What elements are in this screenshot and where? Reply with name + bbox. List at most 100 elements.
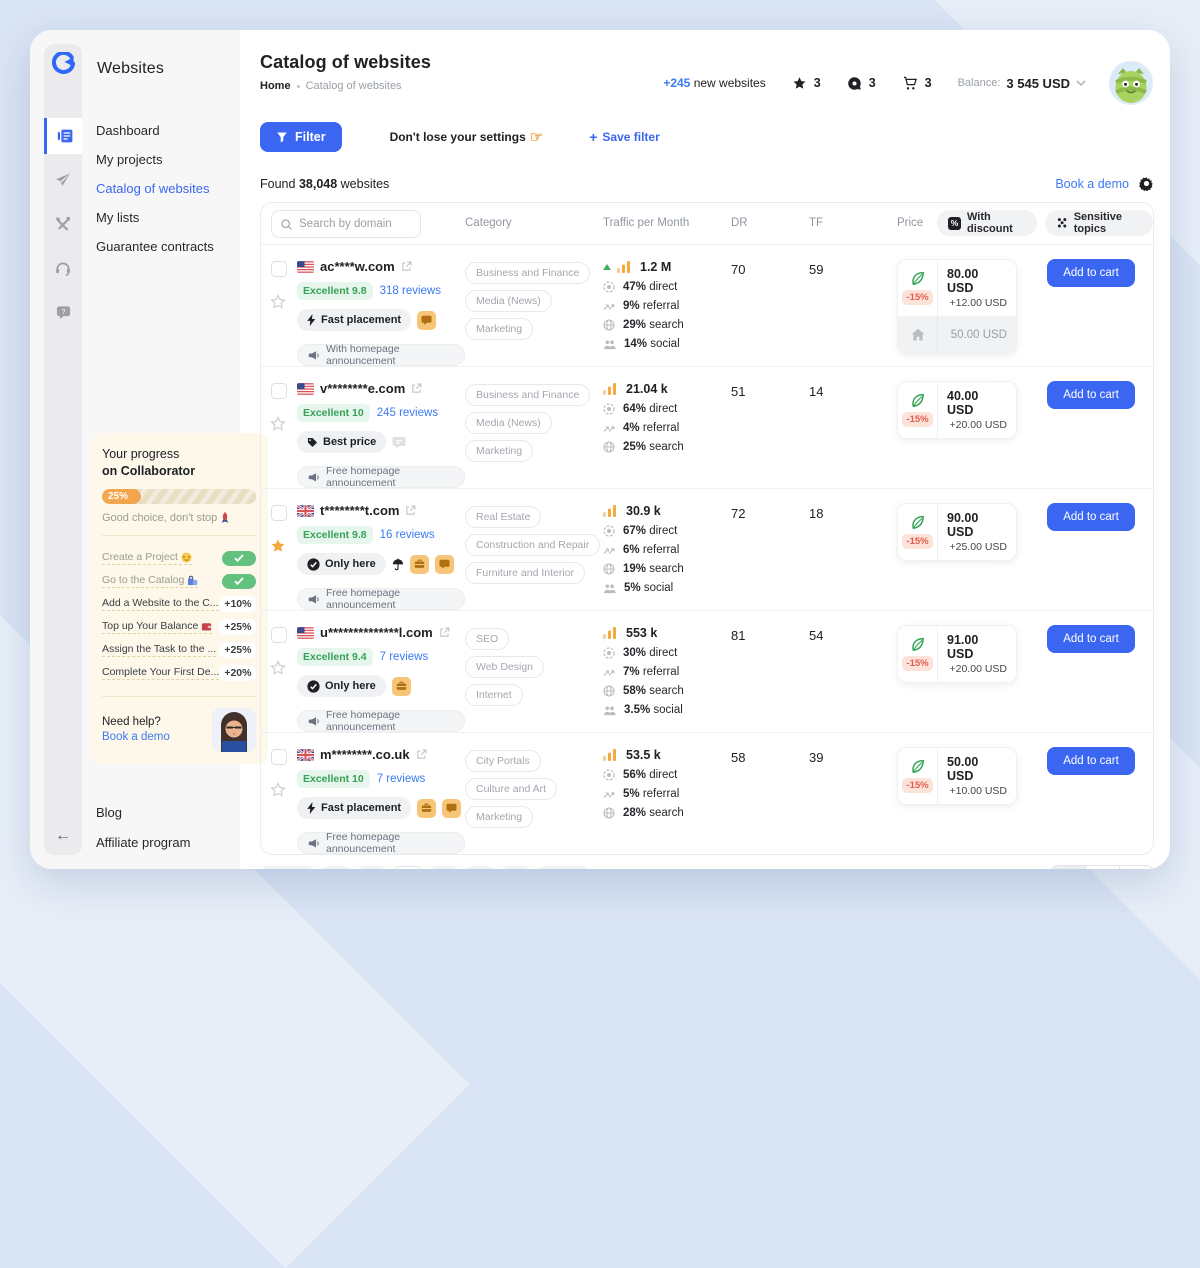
new-websites-indicator[interactable]: +245 new websites bbox=[663, 76, 765, 90]
category-pill[interactable]: Internet bbox=[465, 684, 523, 706]
traffic-stat-referral: 4% referral bbox=[603, 422, 731, 434]
row-checkbox[interactable] bbox=[271, 505, 287, 521]
rail-item-help-chat[interactable]: ? bbox=[44, 294, 82, 330]
house-icon bbox=[911, 328, 925, 341]
category-pill[interactable]: Marketing bbox=[465, 806, 533, 828]
search-input[interactable] bbox=[299, 218, 412, 230]
counter-reviews[interactable]: 3 bbox=[847, 75, 876, 91]
reviews-link[interactable]: 7 reviews bbox=[377, 773, 426, 785]
progress-task[interactable]: Create a Project bbox=[102, 547, 256, 570]
pagination-back-button[interactable]: Back bbox=[260, 866, 315, 869]
category-pill[interactable]: Marketing bbox=[465, 440, 533, 462]
pagination-page-2[interactable]: 2 bbox=[357, 866, 387, 869]
pagination-ellipsis[interactable]: ... bbox=[501, 866, 531, 869]
traffic-column: 553 k 30% direct7% referral58% search3.5… bbox=[603, 625, 731, 732]
balance-dropdown[interactable]: Balance: 3 545 USD bbox=[958, 76, 1086, 91]
pagination-page-5[interactable]: 5 bbox=[465, 866, 495, 869]
category-pill[interactable]: Business and Finance bbox=[465, 384, 590, 406]
progress-task[interactable]: Top up Your Balance+25% bbox=[102, 616, 256, 639]
favorite-star-icon[interactable] bbox=[269, 415, 287, 438]
category-pill[interactable]: Marketing bbox=[465, 318, 533, 340]
book-demo-link[interactable]: Book a demo bbox=[102, 731, 170, 743]
bars-icon bbox=[603, 749, 616, 761]
row-select-column bbox=[271, 503, 297, 610]
collaborator-logo[interactable] bbox=[44, 44, 82, 82]
row-checkbox[interactable] bbox=[271, 749, 287, 765]
domain-link[interactable]: u**************l.com bbox=[320, 625, 433, 640]
filter-button[interactable]: Filter bbox=[260, 122, 342, 152]
category-pill[interactable]: Media (News) bbox=[465, 290, 552, 312]
progress-subtitle: Good choice, don't stop bbox=[102, 512, 256, 524]
rail-item-tools[interactable] bbox=[44, 206, 82, 242]
external-link-icon bbox=[416, 749, 427, 760]
row-checkbox[interactable] bbox=[271, 261, 287, 277]
chat-gray-icon bbox=[392, 436, 406, 449]
row-checkbox[interactable] bbox=[271, 627, 287, 643]
breadcrumb-home[interactable]: Home bbox=[260, 80, 291, 92]
category-pill[interactable]: Furniture and Interior bbox=[465, 562, 585, 584]
sidebar: ? ← Websites DashboardMy projectsCatalog… bbox=[30, 30, 240, 869]
row-checkbox[interactable] bbox=[271, 383, 287, 399]
domain-link[interactable]: ac****w.com bbox=[320, 259, 395, 274]
breadcrumb-current: Catalog of websites bbox=[306, 80, 402, 92]
progress-task[interactable]: Assign the Task to the ...+25% bbox=[102, 639, 256, 662]
page-size-option[interactable]: 50 bbox=[1085, 866, 1119, 869]
announcement-pill: With homepage announcement bbox=[297, 344, 465, 366]
pagination-page-3[interactable]: 3 bbox=[393, 866, 423, 869]
category-pill[interactable]: Web Design bbox=[465, 656, 544, 678]
gear-icon[interactable] bbox=[1139, 176, 1154, 191]
category-pill[interactable]: Real Estate bbox=[465, 506, 541, 528]
progress-task[interactable]: Add a Website to the C...+10% bbox=[102, 593, 256, 616]
reviews-link[interactable]: 7 reviews bbox=[380, 651, 429, 663]
counter-cart[interactable]: 3 bbox=[902, 75, 932, 91]
page-size-option[interactable]: 10 bbox=[1051, 866, 1085, 869]
favorite-star-icon[interactable] bbox=[269, 781, 287, 804]
tf-value: 54 bbox=[809, 625, 897, 732]
rail-item-headset[interactable] bbox=[44, 250, 82, 286]
domain-link[interactable]: m********.co.uk bbox=[320, 747, 410, 762]
pagination-next-button[interactable]: Next bbox=[537, 866, 590, 869]
filter-pill-sensitive-topics[interactable]: Sensitive topics bbox=[1045, 210, 1153, 236]
collapse-sidebar-arrow-icon[interactable]: ← bbox=[55, 827, 71, 845]
filter-pill-with-discount[interactable]: %With discount bbox=[937, 210, 1037, 236]
category-pill[interactable]: Construction and Repair bbox=[465, 534, 600, 556]
save-filter-button[interactable]: + Save filter bbox=[589, 129, 660, 145]
headset-icon bbox=[55, 260, 71, 276]
reviews-link[interactable]: 245 reviews bbox=[377, 407, 438, 419]
favorite-star-icon[interactable] bbox=[269, 293, 287, 316]
pagination-page-4[interactable]: 4 bbox=[429, 866, 459, 869]
user-avatar-monster[interactable] bbox=[1108, 60, 1154, 106]
category-pill[interactable]: Business and Finance bbox=[465, 262, 590, 284]
category-pill[interactable]: City Portals bbox=[465, 750, 541, 772]
progress-task[interactable]: Complete Your First De...+20% bbox=[102, 662, 256, 685]
balance-value: 3 545 USD bbox=[1006, 76, 1070, 91]
rail-item-paper-plane[interactable] bbox=[44, 162, 82, 198]
favorite-star-icon[interactable] bbox=[269, 659, 287, 682]
domain-link[interactable]: t********t.com bbox=[320, 503, 399, 518]
reviews-link[interactable]: 318 reviews bbox=[380, 285, 441, 297]
reviews-link[interactable]: 16 reviews bbox=[380, 529, 435, 541]
tf-value: 39 bbox=[809, 747, 897, 854]
price-extra: +10.00 USD bbox=[950, 785, 1008, 797]
favorite-star-icon[interactable] bbox=[269, 537, 287, 560]
divider bbox=[102, 696, 256, 697]
book-demo-link[interactable]: Book a demo bbox=[1055, 177, 1129, 191]
add-to-cart-button[interactable]: Add to cart bbox=[1047, 259, 1135, 287]
category-pill[interactable]: Media (News) bbox=[465, 412, 552, 434]
progress-task[interactable]: Go to the Catalog bbox=[102, 570, 256, 593]
domain-link[interactable]: v********e.com bbox=[320, 381, 405, 396]
task-label: Complete Your First De... bbox=[102, 666, 219, 680]
category-pill[interactable]: SEO bbox=[465, 628, 509, 650]
add-to-cart-button[interactable]: Add to cart bbox=[1047, 625, 1135, 653]
pagination-page-1[interactable]: 1 bbox=[321, 866, 351, 869]
traffic-stat-search: 25% search bbox=[603, 441, 731, 453]
category-pill[interactable]: Culture and Art bbox=[465, 778, 557, 800]
flag-gb-icon bbox=[297, 505, 314, 517]
add-to-cart-button[interactable]: Add to cart bbox=[1047, 381, 1135, 409]
page-size-option[interactable]: 50 bbox=[1119, 866, 1153, 869]
counter-star[interactable]: 3 bbox=[792, 75, 821, 91]
megaphone-icon bbox=[308, 716, 320, 727]
add-to-cart-button[interactable]: Add to cart bbox=[1047, 747, 1135, 775]
add-to-cart-button[interactable]: Add to cart bbox=[1047, 503, 1135, 531]
rail-item-dashboard-doc[interactable] bbox=[44, 118, 82, 154]
